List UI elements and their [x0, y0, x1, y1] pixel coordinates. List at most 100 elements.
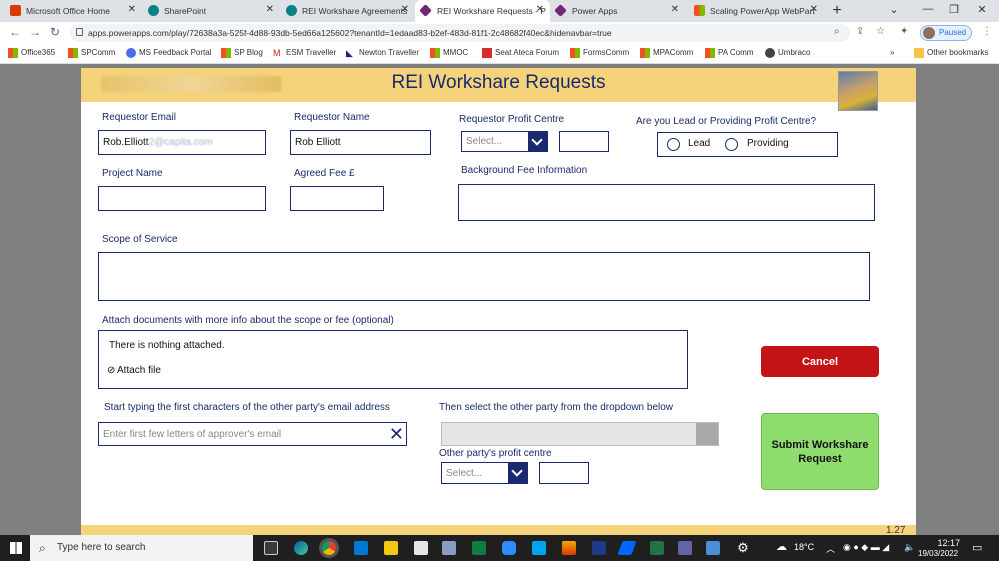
bookmark-ms-feedback[interactable]: MS Feedback Portal: [126, 48, 211, 58]
bookmark-star-icon[interactable]: ☆: [876, 26, 885, 37]
app-icon[interactable]: [532, 541, 546, 555]
other-profit-centre-dropdown[interactable]: Select...: [441, 462, 528, 484]
windows-taskbar: ⌕ Type here to search ⚙ ☁ 18°C ︿ ◉ ● ◆ ▬…: [0, 535, 999, 561]
radio-lead[interactable]: [667, 138, 680, 151]
tab-workshare-requests[interactable]: REI Workshare Requests - P ✕: [415, 0, 550, 22]
taskbar-search-box[interactable]: ⌕ Type here to search: [30, 535, 253, 561]
tab-scaling-webpart[interactable]: Scaling PowerApp WebPart ✕: [688, 0, 824, 22]
photos-icon[interactable]: [706, 541, 720, 555]
edge-icon[interactable]: [294, 541, 308, 555]
chrome-icon[interactable]: [322, 541, 336, 555]
restore-button[interactable]: ❐: [944, 3, 964, 16]
email-search-label: Start typing the first characters of the…: [104, 402, 390, 413]
tab-office-home[interactable]: Microsoft Office Home ✕: [4, 0, 142, 22]
approver-email-search-input[interactable]: Enter first few letters of approver's em…: [98, 422, 407, 446]
remote-desktop-icon[interactable]: [442, 541, 456, 555]
submit-workshare-request-button[interactable]: Submit Workshare Request: [761, 413, 879, 490]
tray-overflow-chevron-icon[interactable]: ︿: [826, 542, 835, 555]
paused-label: Paused: [939, 28, 967, 37]
back-button[interactable]: ←: [8, 25, 22, 39]
bookmarks-bar: Office365 SPComm MS Feedback Portal SP B…: [0, 44, 999, 64]
profit-centre-dropdown[interactable]: Select...: [461, 131, 548, 152]
cancel-button[interactable]: Cancel: [761, 346, 879, 377]
bookmark-pa-comm[interactable]: PA Comm: [705, 48, 753, 58]
attach-file-button[interactable]: ⊘ Attach file: [107, 365, 161, 376]
notifications-icon[interactable]: ▭: [972, 541, 982, 554]
profile-paused-button[interactable]: Paused: [920, 25, 972, 41]
ms-grid-icon: [640, 48, 650, 58]
office-icon: [10, 5, 21, 16]
mremoteng-icon[interactable]: [592, 541, 606, 555]
clock-date[interactable]: 19/03/2022: [918, 549, 958, 558]
bookmark-sp-blog[interactable]: SP Blog: [221, 48, 263, 58]
bookmarks-overflow-button[interactable]: »: [890, 48, 894, 57]
radio-providing[interactable]: [725, 138, 738, 151]
task-view-icon[interactable]: [264, 541, 278, 555]
close-tab-icon[interactable]: ✕: [401, 4, 409, 15]
tab-title: SharePoint: [164, 6, 207, 16]
close-tab-icon[interactable]: ✕: [536, 4, 544, 15]
excel-icon[interactable]: [650, 541, 664, 555]
other-bookmarks-folder[interactable]: Other bookmarks: [914, 48, 988, 58]
power-automate-icon[interactable]: [617, 541, 637, 555]
minimize-button[interactable]: —: [918, 3, 938, 15]
scope-of-service-field[interactable]: [98, 252, 870, 301]
agreed-fee-field[interactable]: [290, 186, 384, 211]
requestor-name-label: Requestor Name: [294, 112, 370, 123]
lock-icon[interactable]: [76, 28, 83, 36]
file-explorer-icon[interactable]: [384, 541, 398, 555]
ms-grid-icon: [68, 48, 78, 58]
bookmark-mpacomm[interactable]: MPAComm: [640, 48, 693, 58]
bookmark-spcomm[interactable]: SPComm: [68, 48, 115, 58]
share-icon[interactable]: ⇪: [856, 26, 864, 37]
address-bar[interactable]: apps.powerapps.com/play/72638a3a-525f-4d…: [70, 24, 850, 42]
new-tab-button[interactable]: +: [828, 2, 846, 20]
close-tab-icon[interactable]: ✕: [810, 4, 818, 15]
reload-button[interactable]: ↻: [48, 25, 62, 39]
tab-title: REI Workshare Agreements: [302, 6, 408, 16]
extensions-icon[interactable]: ✦: [900, 26, 908, 37]
other-party-dropdown[interactable]: [441, 422, 719, 446]
close-window-button[interactable]: ✕: [972, 3, 992, 16]
gmail-icon: M: [273, 48, 281, 58]
browser-menu-icon[interactable]: ⋮: [982, 26, 992, 37]
calendar-icon[interactable]: [414, 541, 428, 555]
outlook-icon[interactable]: [354, 541, 368, 555]
requestor-email-field[interactable]: Rob.Elliott 2@capita.com: [98, 130, 266, 155]
tab-workshare-agreements[interactable]: REI Workshare Agreements ✕: [280, 0, 415, 22]
volume-icon[interactable]: 🔈: [904, 542, 915, 553]
bookmark-umbraco[interactable]: Umbraco: [765, 48, 810, 58]
clock-time[interactable]: 12:17: [930, 538, 960, 548]
app-icon[interactable]: [562, 541, 576, 555]
clear-icon[interactable]: ✕: [389, 423, 404, 445]
teams-icon[interactable]: [678, 541, 692, 555]
tab-search-chevron-icon[interactable]: ⌄: [884, 3, 904, 16]
project-icon[interactable]: [472, 541, 486, 555]
bookmark-esm-traveller[interactable]: M ESM Traveller: [273, 48, 336, 58]
forward-button[interactable]: →: [28, 25, 42, 39]
requestor-email-label: Requestor Email: [102, 112, 176, 123]
temperature[interactable]: 18°C: [794, 542, 814, 552]
bookmark-seat-ateca[interactable]: Seat Ateca Forum: [482, 48, 559, 58]
bookmark-mmoc[interactable]: MMOC: [430, 48, 468, 58]
close-tab-icon[interactable]: ✕: [266, 4, 274, 15]
tab-power-apps[interactable]: Power Apps ✕: [550, 0, 685, 22]
tab-sharepoint[interactable]: SharePoint ✕: [142, 0, 280, 22]
bookmark-formscomm[interactable]: FormsComm: [570, 48, 629, 58]
other-profit-centre-code-field[interactable]: [539, 462, 589, 484]
profit-centre-code-field[interactable]: [559, 131, 609, 152]
project-name-field[interactable]: [98, 186, 266, 211]
background-fee-field[interactable]: [458, 184, 875, 221]
zoom-app-icon[interactable]: [502, 541, 516, 555]
bookmark-label: Newton Traveller: [359, 48, 420, 57]
bookmark-newton-traveller[interactable]: ◣ Newton Traveller: [346, 48, 420, 58]
settings-gear-icon[interactable]: ⚙: [736, 541, 750, 555]
bookmark-office365[interactable]: Office365: [8, 48, 55, 58]
close-tab-icon[interactable]: ✕: [128, 4, 136, 15]
close-tab-icon[interactable]: ✕: [671, 4, 679, 15]
tray-app-icons[interactable]: ◉ ● ◆ ▬ ◢: [843, 542, 889, 553]
requestor-name-field[interactable]: Rob Elliott: [290, 130, 431, 155]
weather-cloud-icon[interactable]: ☁: [776, 540, 787, 553]
zoom-icon[interactable]: ⌕: [834, 26, 840, 37]
windows-start-icon[interactable]: [10, 542, 22, 554]
